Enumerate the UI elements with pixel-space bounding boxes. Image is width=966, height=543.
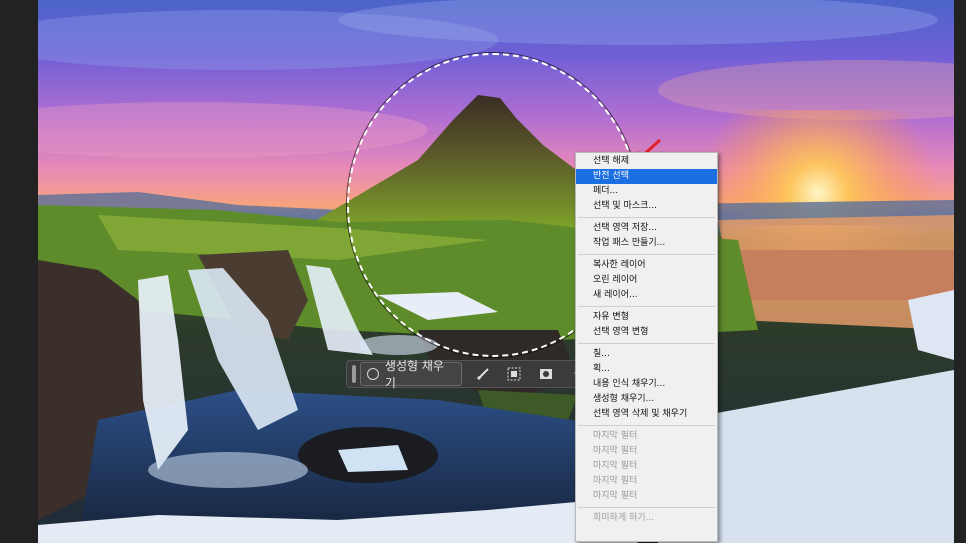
menu-item[interactable]: 획... xyxy=(576,362,717,377)
brush-icon[interactable] xyxy=(472,363,494,385)
menu-item[interactable]: 선택 및 마스크... xyxy=(576,199,717,214)
generative-fill-icon xyxy=(366,368,379,380)
menu-separator xyxy=(578,254,715,255)
menu-separator xyxy=(578,507,715,508)
menu-item: 마지막 필터 xyxy=(593,461,638,471)
menu-separator xyxy=(578,425,715,426)
mask-icon[interactable] xyxy=(535,363,557,385)
menu-item[interactable]: 선택 해제 xyxy=(576,154,717,169)
menu-separator xyxy=(578,306,715,307)
menu-item[interactable]: 오린 레이어 xyxy=(576,273,717,288)
image-canvas[interactable]: 생성형 채우기 xyxy=(38,0,954,543)
generative-fill-button[interactable]: 생성형 채우기 xyxy=(359,359,462,390)
menu-item[interactable]: 생성형 채우기... xyxy=(576,392,717,407)
menu-item: 마지막 필터 xyxy=(593,446,638,456)
menu-item[interactable]: 선택 영역 저장... xyxy=(576,221,717,236)
menu-item[interactable]: 내용 인식 채우기... xyxy=(576,377,717,392)
menu-item[interactable]: 선택 영역 변형 xyxy=(576,325,717,340)
menu-separator xyxy=(578,217,715,218)
menu-item: 마지막 필터 xyxy=(593,476,638,486)
menu-item[interactable]: 칠... xyxy=(576,347,717,362)
right-panel-edge xyxy=(954,0,966,543)
menu-item[interactable]: 반전 선택 xyxy=(576,169,717,184)
menu-item[interactable]: 복사한 레이어 xyxy=(576,258,717,273)
selection-mask-icon[interactable] xyxy=(503,363,525,385)
menu-item: 희미하게 하기... xyxy=(593,513,655,523)
menu-item: 마지막 필터 xyxy=(593,491,638,501)
menu-separator xyxy=(578,343,715,344)
drag-handle[interactable] xyxy=(352,365,356,383)
menu-item[interactable]: 새 레이어... xyxy=(576,288,717,303)
menu-item: 마지막 필터 xyxy=(593,431,638,441)
menu-item[interactable]: 자유 변형 xyxy=(576,310,717,325)
generative-fill-label: 생성형 채우기 xyxy=(384,359,444,390)
menu-item[interactable]: 페더... xyxy=(576,184,717,199)
menu-item[interactable]: 작업 패스 만들기... xyxy=(576,236,717,251)
menu-item[interactable]: 선택 영역 삭제 및 채우기 xyxy=(576,407,717,422)
left-panel-edge xyxy=(0,0,38,543)
context-menu: 선택 해제 반전 선택 페더... 선택 및 마스크... 선택 영역 저장... 작업 … xyxy=(575,152,718,542)
